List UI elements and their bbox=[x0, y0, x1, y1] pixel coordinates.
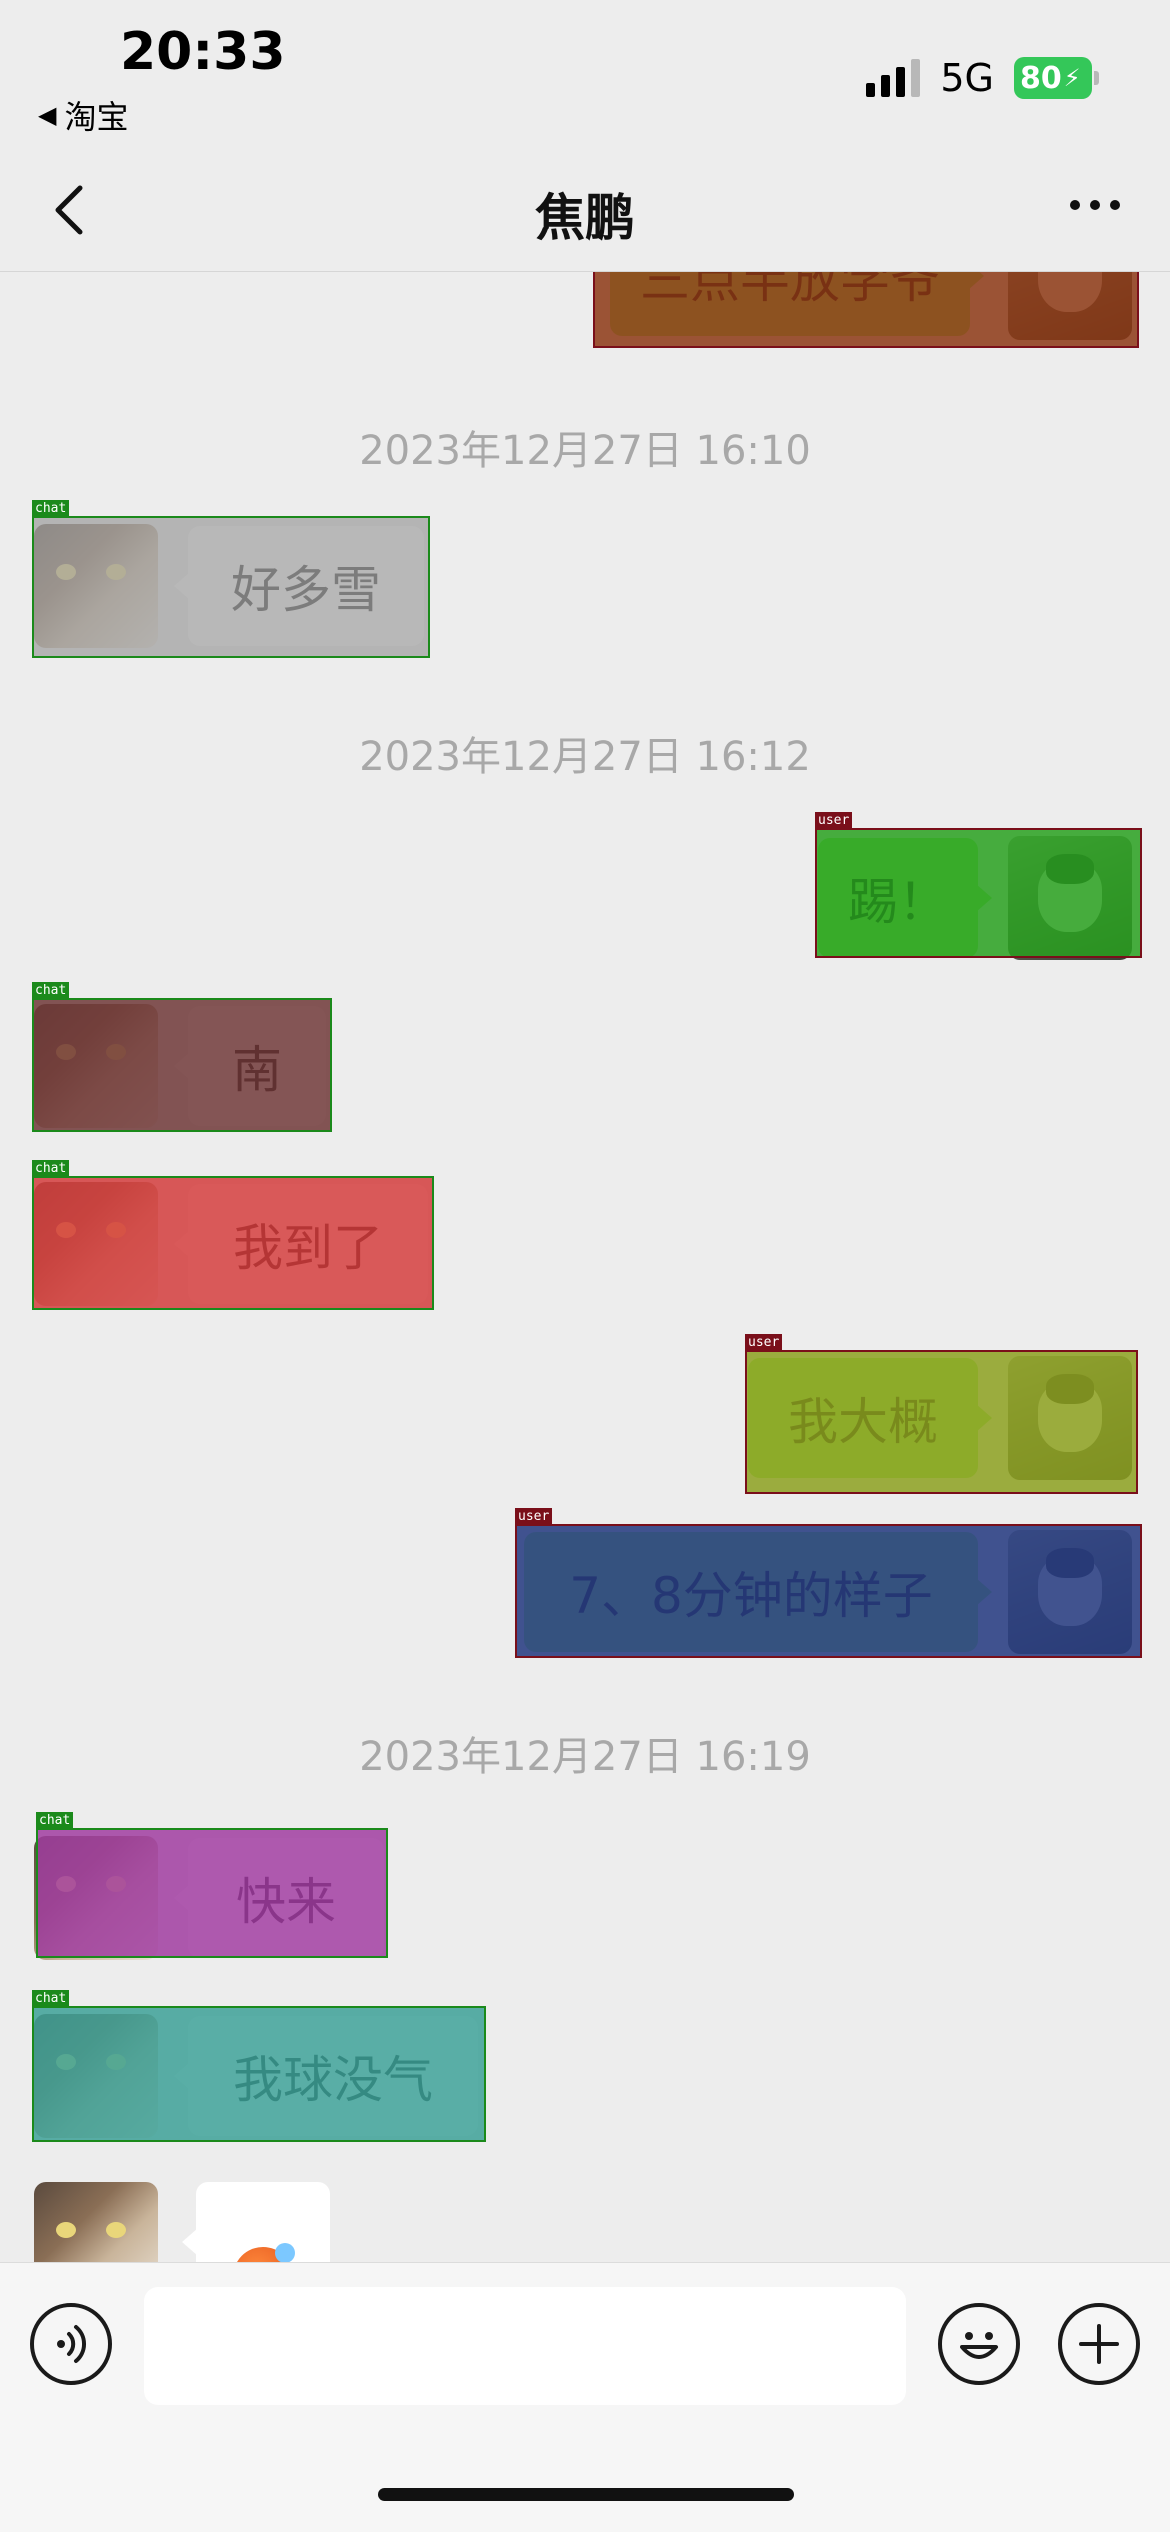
message-text: 南 bbox=[232, 1041, 282, 1099]
charging-bolt-icon: ⚡ bbox=[1063, 64, 1081, 92]
emoji-button[interactable] bbox=[938, 2303, 1020, 2385]
message-bubble[interactable]: 我球没气 bbox=[174, 2016, 478, 2136]
status-time: 20:33 bbox=[120, 22, 286, 82]
more-options-button[interactable] bbox=[1070, 200, 1120, 210]
overlay-tag: chat bbox=[32, 500, 70, 517]
message-list[interactable]: 三点半放学爷 user 2023年12月27日 16:10 好多雪 chat 2… bbox=[0, 272, 1170, 2262]
self-avatar[interactable] bbox=[1008, 836, 1132, 960]
signal-icon bbox=[866, 59, 921, 97]
message-text: 7、8分钟的样子 bbox=[569, 1567, 933, 1625]
back-to-app-link[interactable]: ◀ 淘宝 bbox=[38, 92, 128, 138]
timestamp: 2023年12月27日 16:12 bbox=[359, 734, 811, 780]
home-indicator[interactable] bbox=[378, 2488, 794, 2501]
chat-title: 焦鹏 bbox=[535, 189, 635, 247]
more-functions-button[interactable] bbox=[1058, 2303, 1140, 2385]
message-input[interactable] bbox=[144, 2287, 906, 2405]
emoji-bubble[interactable] bbox=[182, 2182, 330, 2262]
more-dot-icon bbox=[1090, 200, 1100, 210]
voice-icon bbox=[57, 2325, 87, 2363]
message-bubble[interactable]: 好多雪 bbox=[174, 526, 424, 646]
status-bar: 20:33 ◀ 淘宝 5G 80 ⚡ bbox=[0, 0, 1170, 150]
message-bubble[interactable]: 快来 bbox=[174, 1838, 384, 1958]
overlay-tag: chat bbox=[32, 982, 70, 999]
message-text: 我球没气 bbox=[233, 2051, 433, 2109]
battery-icon: 80 ⚡ bbox=[1014, 57, 1099, 99]
contact-avatar[interactable] bbox=[34, 1836, 158, 1960]
message-text: 我到了 bbox=[233, 1219, 383, 1277]
more-dot-icon bbox=[1110, 200, 1120, 210]
input-bar bbox=[0, 2262, 1170, 2532]
overlay-tag: user bbox=[515, 1508, 553, 1525]
message-text: 踢！ bbox=[848, 873, 948, 931]
overlay-tag: chat bbox=[36, 1812, 74, 1829]
contact-avatar[interactable] bbox=[34, 1182, 158, 1306]
self-avatar[interactable] bbox=[1008, 1356, 1132, 1480]
message-text: 三点半放学爷 bbox=[640, 272, 940, 309]
overlay-tag: user bbox=[815, 812, 853, 829]
contact-avatar[interactable] bbox=[34, 2014, 158, 2138]
plus-icon bbox=[1079, 2324, 1119, 2364]
network-type: 5G bbox=[940, 56, 994, 100]
sweating-face-icon bbox=[233, 2243, 295, 2262]
timestamp: 2023年12月27日 16:19 bbox=[359, 1734, 811, 1780]
self-avatar[interactable] bbox=[1008, 1530, 1132, 1654]
timestamp: 2023年12月27日 16:10 bbox=[359, 428, 811, 474]
battery-level: 80 bbox=[1020, 60, 1062, 96]
message-bubble[interactable]: 7、8分钟的样子 bbox=[524, 1532, 992, 1652]
message-text: 好多雪 bbox=[231, 561, 381, 619]
message-bubble[interactable]: 我到了 bbox=[174, 1184, 428, 1304]
message-text: 我大概 bbox=[788, 1393, 938, 1451]
message-bubble[interactable]: 我大概 bbox=[748, 1358, 992, 1478]
more-dot-icon bbox=[1070, 200, 1080, 210]
contact-avatar[interactable] bbox=[34, 524, 158, 648]
message-bubble[interactable]: 三点半放学爷 bbox=[610, 272, 984, 336]
message-bubble[interactable]: 南 bbox=[174, 1006, 326, 1126]
back-app-label: 淘宝 bbox=[64, 98, 129, 136]
overlay-tag: chat bbox=[32, 1160, 70, 1177]
voice-input-button[interactable] bbox=[30, 2303, 112, 2385]
contact-avatar[interactable] bbox=[34, 1004, 158, 1128]
contact-avatar[interactable] bbox=[34, 2182, 158, 2262]
back-triangle-icon: ◀ bbox=[38, 101, 57, 129]
overlay-tag: chat bbox=[32, 1990, 70, 2007]
overlay-tag: user bbox=[745, 1334, 783, 1351]
emoji-icon bbox=[960, 2332, 998, 2359]
nav-bar: 焦鹏 bbox=[0, 150, 1170, 272]
status-indicators: 5G 80 ⚡ bbox=[866, 56, 1099, 100]
message-bubble[interactable]: 踢！ bbox=[818, 838, 992, 958]
message-text: 快来 bbox=[236, 1873, 336, 1931]
self-avatar[interactable] bbox=[1008, 272, 1132, 340]
